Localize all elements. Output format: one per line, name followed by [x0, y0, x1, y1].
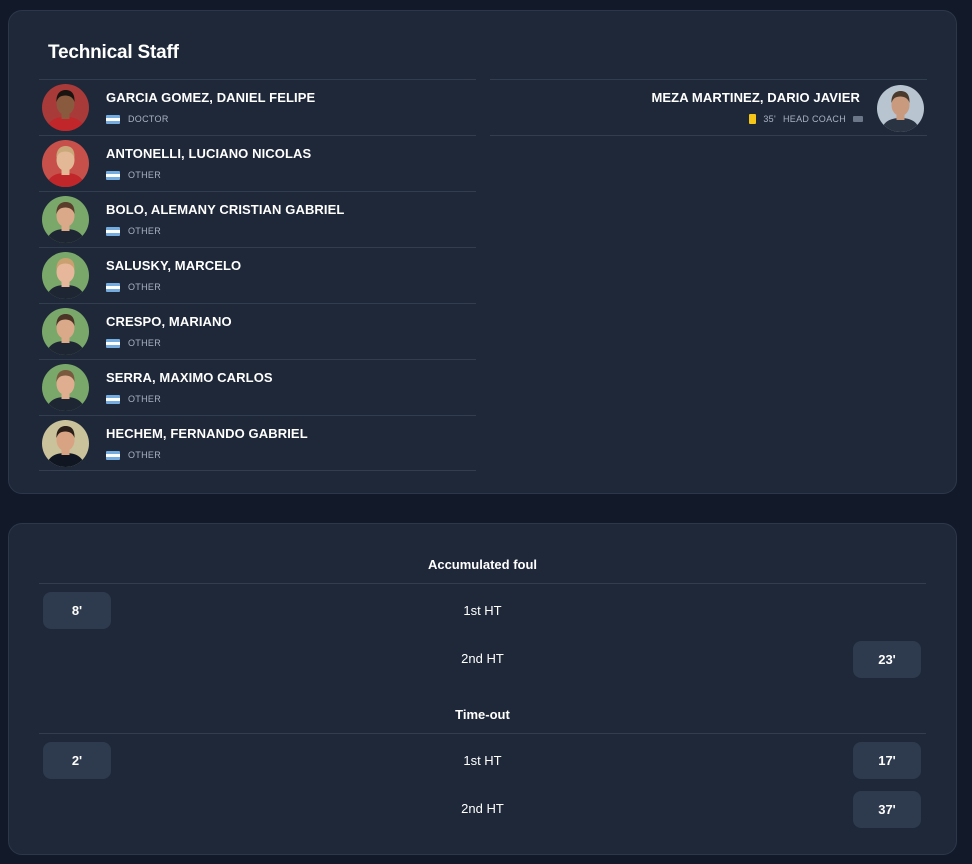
staff-meta: OTHER [106, 282, 161, 292]
staff-row[interactable]: SERRA, MAXIMO CARLOS OTHER [39, 359, 476, 415]
staff-meta: OTHER [106, 338, 161, 348]
first-half-label: 1st HT [463, 603, 502, 618]
staff-role: OTHER [128, 226, 161, 236]
staff-meta: OTHER [106, 170, 161, 180]
staff-role: HEAD COACH [782, 114, 846, 124]
staff-row[interactable]: BOLO, ALEMANY CRISTIAN GABRIEL OTHER [39, 191, 476, 247]
staff-role: OTHER [128, 338, 161, 348]
avatar [42, 140, 89, 187]
away-timeout-second-half-chip[interactable]: 37' [853, 791, 921, 828]
argentina-flag-icon [106, 170, 120, 180]
time-out-title: Time-out [455, 707, 510, 722]
second-half-label: 2nd HT [461, 651, 504, 666]
staff-role: OTHER [128, 170, 161, 180]
staff-name: MEZA MARTINEZ, DARIO JAVIER [651, 90, 860, 105]
staff-meta: OTHER [106, 394, 161, 404]
avatar [42, 252, 89, 299]
staff-name: ANTONELLI, LUCIANO NICOLAS [106, 146, 312, 161]
staff-role: DOCTOR [128, 114, 169, 124]
home-staff-list: GARCIA GOMEZ, DANIEL FELIPE DOCTOR ANTONEL… [39, 79, 476, 471]
staff-row[interactable]: CRESPO, MARIANO OTHER [39, 303, 476, 359]
avatar [42, 196, 89, 243]
argentina-flag-icon [106, 450, 120, 460]
staff-row[interactable]: GARCIA GOMEZ, DANIEL FELIPE DOCTOR [39, 79, 476, 135]
staff-meta: OTHER [106, 450, 161, 460]
staff-name: SERRA, MAXIMO CARLOS [106, 370, 273, 385]
staff-name: BOLO, ALEMANY CRISTIAN GABRIEL [106, 202, 345, 217]
avatar [42, 420, 89, 467]
staff-meta: DOCTOR [106, 114, 169, 124]
avatar [42, 84, 89, 131]
avatar [42, 308, 89, 355]
staff-meta: 35' HEAD COACH [749, 114, 863, 124]
avatar [877, 85, 924, 132]
argentina-flag-icon [106, 394, 120, 404]
away-foul-second-half-chip[interactable]: 23' [853, 641, 921, 678]
avatar [42, 364, 89, 411]
staff-role: OTHER [128, 450, 161, 460]
argentina-flag-icon [106, 114, 120, 124]
staff-row[interactable]: HECHEM, FERNANDO GABRIEL OTHER [39, 415, 476, 471]
staff-name: CRESPO, MARIANO [106, 314, 232, 329]
argentina-flag-icon [106, 226, 120, 236]
card-minute: 35' [763, 114, 776, 124]
argentina-flag-icon [106, 282, 120, 292]
argentina-flag-icon [106, 338, 120, 348]
flag-icon [853, 116, 863, 122]
match-stats-card: Accumulated foul 8' 1st HT 2nd HT 23' Ti… [8, 523, 957, 855]
first-half-label: 1st HT [463, 753, 502, 768]
away-staff-list: MEZA MARTINEZ, DARIO JAVIER 35' HEAD COA… [490, 79, 927, 136]
staff-name: SALUSKY, MARCELO [106, 258, 242, 273]
second-half-label: 2nd HT [461, 801, 504, 816]
staff-meta: OTHER [106, 226, 161, 236]
divider [39, 733, 926, 734]
staff-row[interactable]: MEZA MARTINEZ, DARIO JAVIER 35' HEAD COA… [490, 79, 927, 136]
staff-name: GARCIA GOMEZ, DANIEL FELIPE [106, 90, 316, 105]
staff-name: HECHEM, FERNANDO GABRIEL [106, 426, 308, 441]
yellow-card-icon [749, 114, 757, 124]
technical-staff-card: Technical Staff GARCIA GOMEZ, DANIEL FEL… [8, 10, 957, 494]
away-timeout-first-half-chip[interactable]: 17' [853, 742, 921, 779]
staff-role: OTHER [128, 282, 161, 292]
technical-staff-title: Technical Staff [48, 42, 179, 63]
divider [39, 583, 926, 584]
staff-row[interactable]: ANTONELLI, LUCIANO NICOLAS OTHER [39, 135, 476, 191]
staff-row[interactable]: SALUSKY, MARCELO OTHER [39, 247, 476, 303]
staff-role: OTHER [128, 394, 161, 404]
accumulated-foul-title: Accumulated foul [427, 557, 538, 572]
